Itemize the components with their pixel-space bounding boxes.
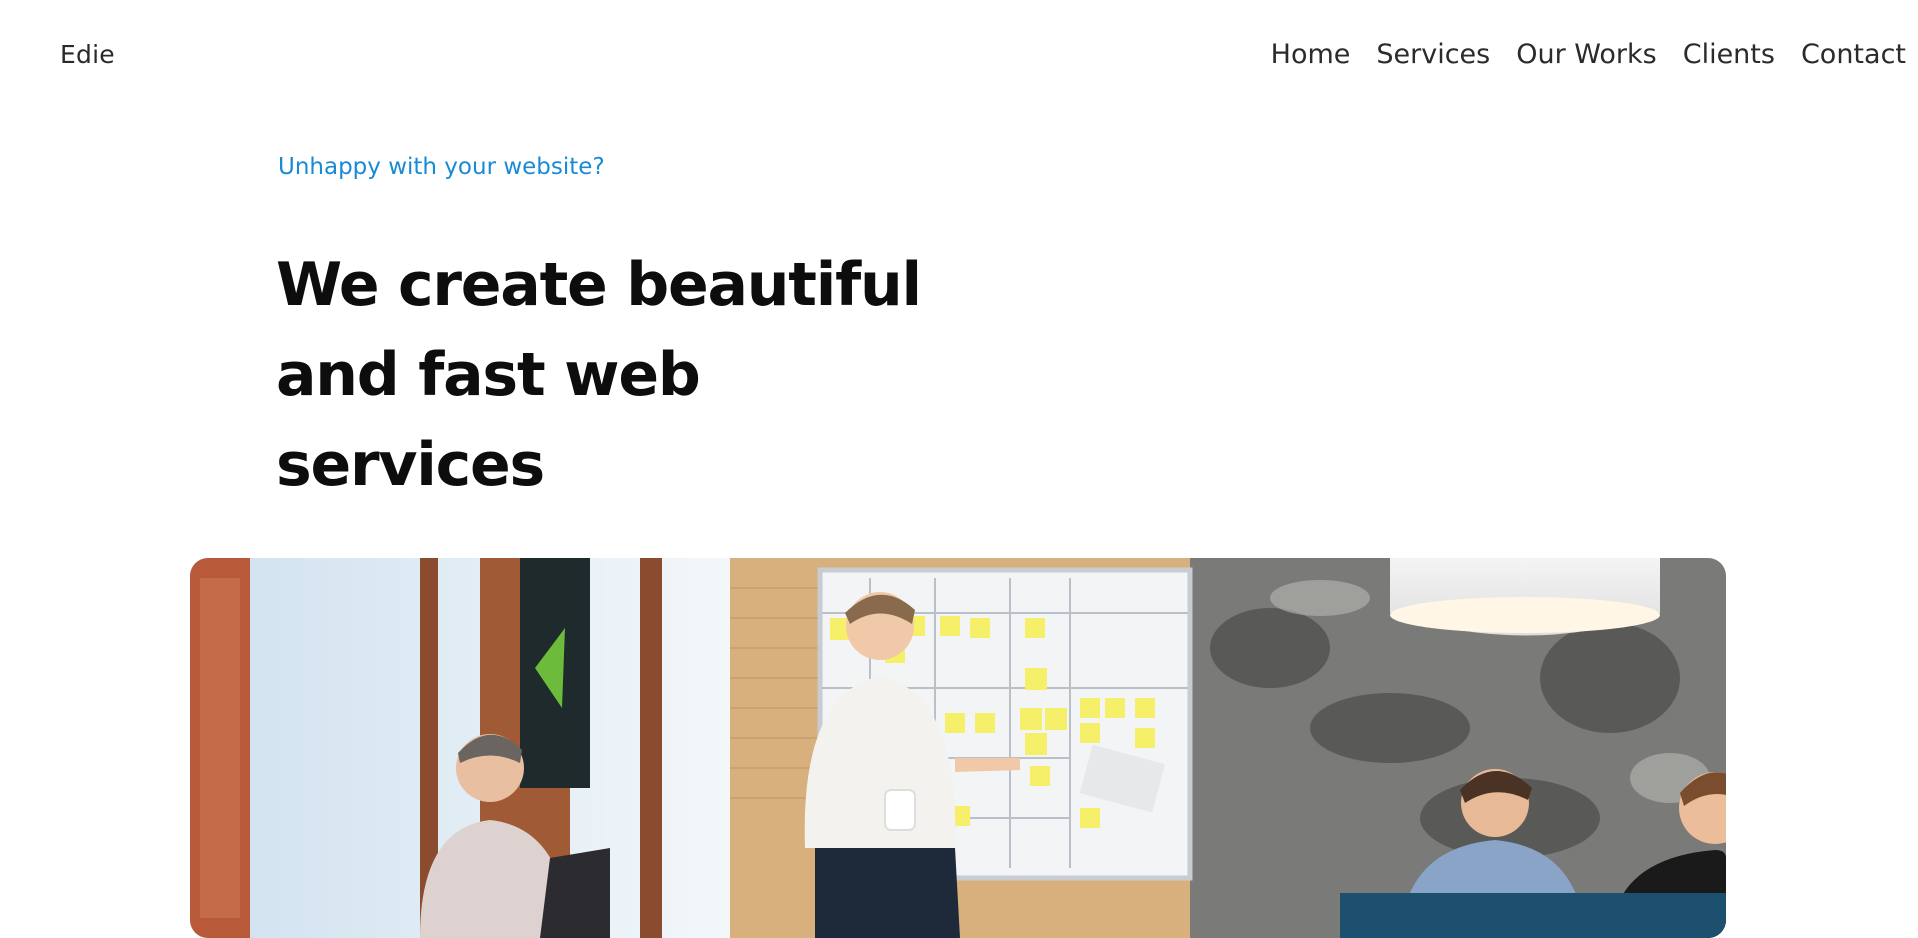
main-nav: Home Services Our Works Clients Contact bbox=[1271, 38, 1906, 72]
nav-services[interactable]: Services bbox=[1376, 38, 1490, 72]
hero-title: We create beautiful and fast web service… bbox=[276, 240, 976, 510]
hero-title-line-1: We create beautiful bbox=[276, 250, 922, 320]
hero-title-line-2: and fast web bbox=[276, 340, 701, 410]
hero-title-line-3: services bbox=[276, 430, 545, 500]
nav-our-works[interactable]: Our Works bbox=[1516, 38, 1656, 72]
nav-home[interactable]: Home bbox=[1271, 38, 1351, 72]
site-header: Edie Home Services Our Works Clients Con… bbox=[0, 0, 1918, 110]
nav-clients[interactable]: Clients bbox=[1683, 38, 1775, 72]
hero-kicker: Unhappy with your website? bbox=[278, 154, 605, 180]
brand-logo[interactable]: Edie bbox=[60, 40, 115, 70]
nav-contact[interactable]: Contact bbox=[1801, 38, 1906, 72]
hero-team-photo bbox=[190, 558, 1726, 938]
